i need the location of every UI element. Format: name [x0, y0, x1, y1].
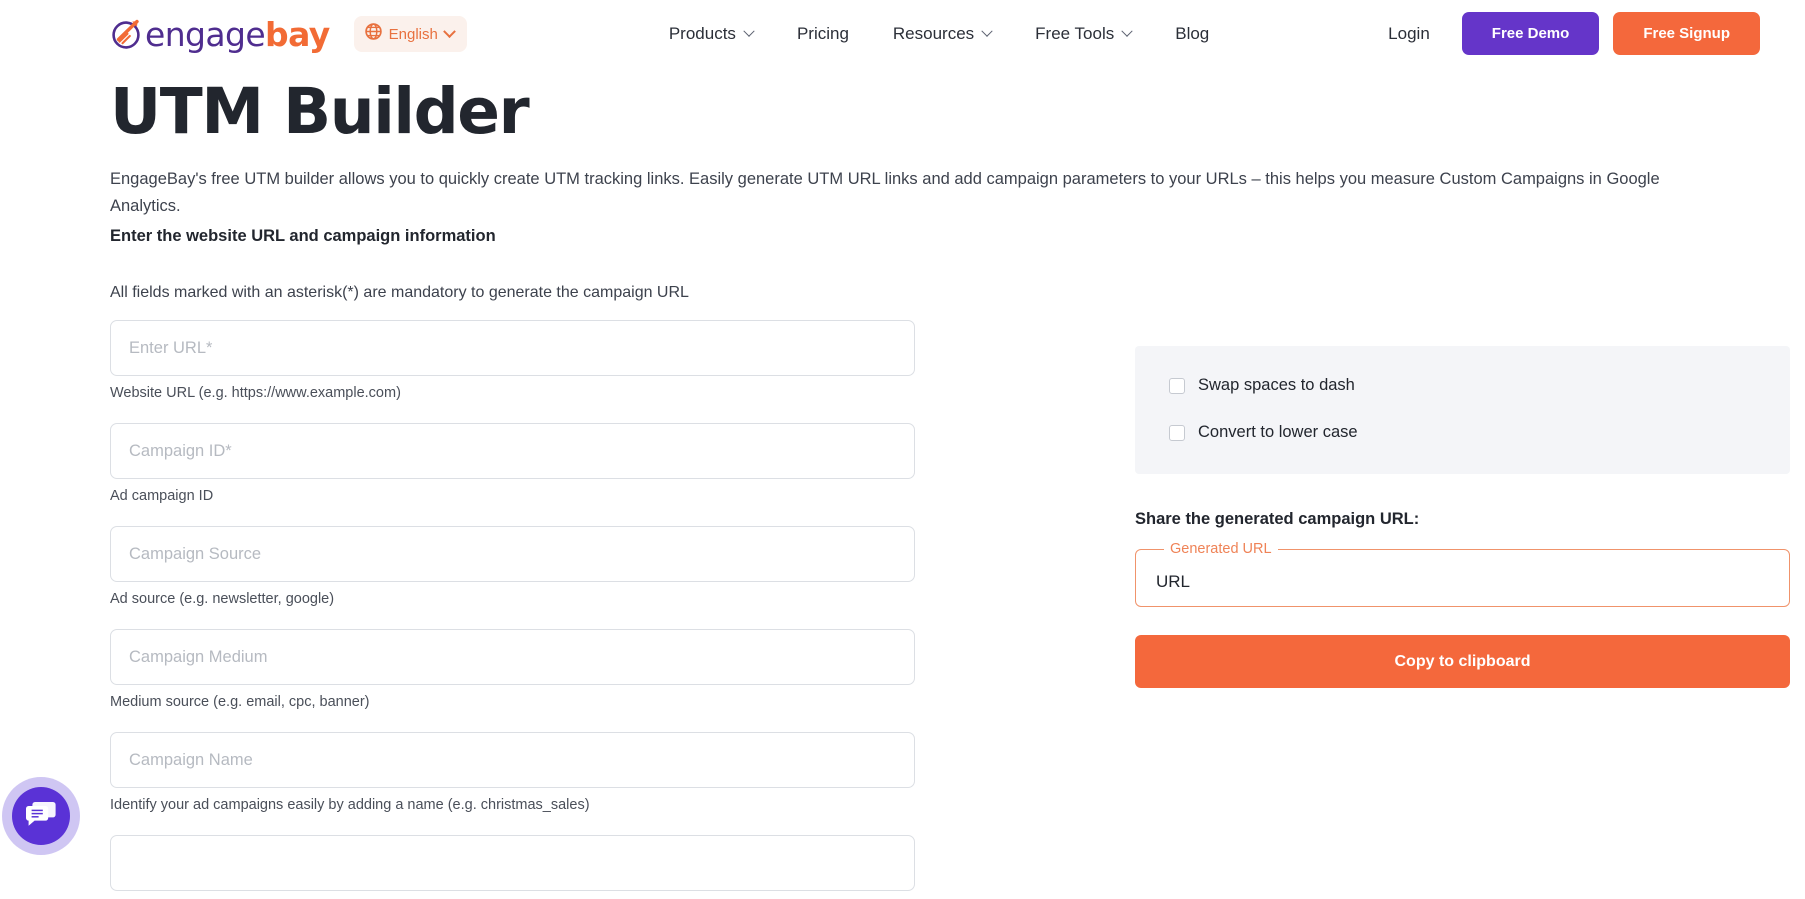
field-url: Website URL (e.g. https://www.example.co…: [110, 320, 915, 401]
header-actions: Login Free Demo Free Signup: [1370, 12, 1760, 55]
nav-item-blog[interactable]: Blog: [1153, 24, 1231, 44]
mandatory-note: All fields marked with an asterisk(*) ar…: [110, 284, 689, 302]
nav-item-pricing[interactable]: Pricing: [775, 24, 871, 44]
page-title: UTM Builder: [110, 75, 530, 148]
field-campaign-id: Ad campaign ID: [110, 423, 915, 504]
campaign-medium-help-text: Medium source (e.g. email, cpc, banner): [110, 694, 370, 711]
nav-label-pricing: Pricing: [796, 24, 849, 43]
chevron-down-icon: [1121, 25, 1133, 37]
site-header: engagebay English Products Pricing Resou…: [0, 0, 1805, 68]
campaign-name-input[interactable]: [110, 732, 915, 789]
campaign-source-help-text: Ad source (e.g. newsletter, google): [110, 591, 335, 608]
field-campaign-source: Ad source (e.g. newsletter, google): [110, 526, 915, 607]
campaign-name-help-text: Identify your ad campaigns easily by add…: [110, 797, 590, 814]
nav-label-free-tools: Free Tools: [1035, 24, 1115, 43]
generated-url-legend: Generated URL: [1170, 541, 1272, 558]
brand-wordmark: engagebay: [145, 18, 330, 51]
campaign-term-input[interactable]: [110, 835, 915, 892]
main-navigation: Products Pricing Resources Free Tools Bl…: [647, 24, 1231, 44]
option-swap-spaces-to-dash[interactable]: Swap spaces to dash: [1169, 376, 1756, 395]
engagebay-logo-icon: [110, 17, 144, 51]
nav-label-resources: Resources: [892, 24, 975, 43]
generated-url-value: URL: [1156, 571, 1191, 591]
brand-bay: bay: [265, 14, 330, 54]
url-input[interactable]: [110, 320, 915, 377]
checkbox-swap-spaces[interactable]: [1169, 377, 1185, 394]
chevron-down-icon: [743, 25, 755, 37]
chat-widget-button[interactable]: [2, 777, 80, 855]
nav-label-products: Products: [668, 24, 736, 43]
campaign-id-help-text: Ad campaign ID: [110, 488, 214, 505]
page-content: UTM Builder EngageBay's free UTM builder…: [0, 75, 1805, 899]
login-link[interactable]: Login: [1370, 24, 1448, 44]
field-campaign-name: Identify your ad campaigns easily by add…: [110, 732, 915, 813]
field-campaign-term: [110, 835, 915, 892]
url-help-text: Website URL (e.g. https://www.example.co…: [110, 385, 401, 402]
globe-icon: [364, 23, 382, 45]
nav-label-blog: Blog: [1175, 24, 1210, 43]
options-card: Swap spaces to dash Convert to lower cas…: [1135, 346, 1790, 475]
language-label: English: [388, 25, 438, 43]
option-convert-to-lower-case[interactable]: Convert to lower case: [1169, 423, 1756, 442]
share-url-label: Share the generated campaign URL:: [1135, 510, 1420, 529]
campaign-medium-input[interactable]: [110, 629, 915, 686]
form-right-column: Swap spaces to dash Convert to lower cas…: [1135, 284, 1790, 899]
copy-to-clipboard-button[interactable]: Copy to clipboard: [1135, 635, 1790, 689]
intro-paragraph: EngageBay's free UTM builder allows you …: [110, 170, 1660, 215]
intro-subheading: Enter the website URL and campaign infor…: [110, 227, 496, 246]
field-campaign-medium: Medium source (e.g. email, cpc, banner): [110, 629, 915, 710]
form-left-column: All fields marked with an asterisk(*) ar…: [110, 284, 915, 899]
chat-bubble-icon: [26, 800, 56, 833]
nav-item-resources[interactable]: Resources: [871, 24, 1013, 44]
nav-item-products[interactable]: Products: [647, 24, 775, 44]
option-label-convert-lowercase: Convert to lower case: [1198, 423, 1358, 442]
nav-item-free-tools[interactable]: Free Tools: [1013, 24, 1153, 44]
free-demo-button[interactable]: Free Demo: [1461, 12, 1600, 55]
option-label-swap-spaces: Swap spaces to dash: [1198, 376, 1355, 395]
chevron-down-icon: [981, 25, 993, 37]
campaign-source-input[interactable]: [110, 526, 915, 583]
chevron-down-icon: [442, 24, 456, 38]
generated-url-field[interactable]: Generated URL URL: [1135, 541, 1790, 608]
form-columns: All fields marked with an asterisk(*) ar…: [110, 284, 1790, 899]
chat-widget-inner: [12, 787, 70, 845]
brand-engage: engage: [145, 14, 266, 54]
free-signup-button[interactable]: Free Signup: [1613, 12, 1760, 55]
language-selector[interactable]: English: [353, 16, 467, 52]
checkbox-convert-lowercase[interactable]: [1169, 424, 1185, 441]
brand-logo[interactable]: engagebay: [110, 17, 330, 51]
campaign-id-input[interactable]: [110, 423, 915, 480]
